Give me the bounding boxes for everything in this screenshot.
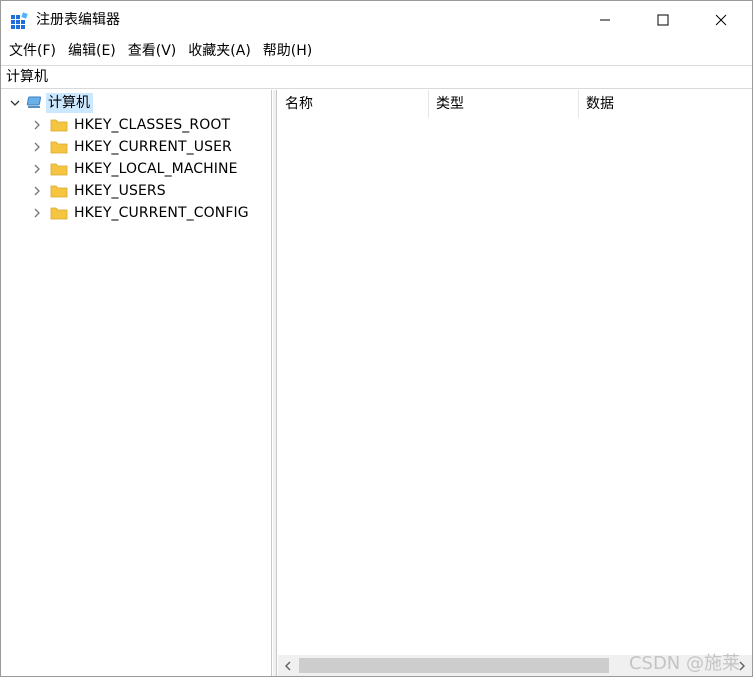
scroll-thumb[interactable] xyxy=(299,658,609,673)
pane-splitter[interactable] xyxy=(273,90,277,676)
tree-item-label[interactable]: HKEY_CURRENT_CONFIG xyxy=(74,203,249,223)
close-button[interactable] xyxy=(692,1,750,38)
address-bar[interactable]: 计算机 xyxy=(1,65,752,89)
registry-editor-window: 注册表编辑器 文件(F) 编辑(E) 查看(V) 收藏夹(A) 帮助(H) 计算… xyxy=(0,0,753,677)
close-icon xyxy=(715,14,727,25)
tree-item-label[interactable]: HKEY_CLASSES_ROOT xyxy=(74,115,230,135)
minimize-icon xyxy=(600,19,610,20)
tree-item-hkey-classes-root[interactable]: HKEY_CLASSES_ROOT xyxy=(30,114,230,136)
title-bar[interactable]: 注册表编辑器 xyxy=(1,1,752,38)
menu-help[interactable]: 帮助(H) xyxy=(257,41,318,61)
chevron-right-icon[interactable] xyxy=(30,118,44,132)
computer-icon xyxy=(26,96,41,108)
maximize-icon xyxy=(657,14,669,25)
folder-icon xyxy=(50,119,68,132)
tree-item-label[interactable]: HKEY_LOCAL_MACHINE xyxy=(74,159,238,179)
tree-item-hkey-users[interactable]: HKEY_USERS xyxy=(30,180,166,202)
column-header-type[interactable]: 类型 xyxy=(429,90,579,118)
menu-favorites[interactable]: 收藏夹(A) xyxy=(182,41,257,61)
chevron-right-icon[interactable] xyxy=(30,206,44,220)
menu-bar: 文件(F) 编辑(E) 查看(V) 收藏夹(A) 帮助(H) xyxy=(1,39,752,63)
registry-editor-icon xyxy=(10,11,30,31)
value-list[interactable]: 名称 类型 数据 xyxy=(278,90,752,676)
chevron-right-icon[interactable] xyxy=(30,162,44,176)
folder-icon xyxy=(50,207,68,220)
menu-edit[interactable]: 编辑(E) xyxy=(62,41,122,61)
scroll-left-button[interactable] xyxy=(278,655,298,676)
minimize-button[interactable] xyxy=(576,1,634,38)
column-header-name[interactable]: 名称 xyxy=(278,90,429,118)
window-title: 注册表编辑器 xyxy=(36,12,120,28)
chevron-right-icon[interactable] xyxy=(30,184,44,198)
chevron-left-icon xyxy=(285,661,291,670)
watermark: CSDN @施莱 xyxy=(628,653,740,674)
key-tree[interactable]: 计算机 HKEY_CLASSES_ROOT HKEY_CURRENT_USER xyxy=(2,90,272,676)
tree-item-hkey-local-machine[interactable]: HKEY_LOCAL_MACHINE xyxy=(30,158,238,180)
tree-item-hkey-current-user[interactable]: HKEY_CURRENT_USER xyxy=(30,136,232,158)
folder-icon xyxy=(50,141,68,154)
tree-root-label[interactable]: 计算机 xyxy=(46,93,93,113)
column-header-data[interactable]: 数据 xyxy=(579,90,752,118)
chevron-right-icon[interactable] xyxy=(30,140,44,154)
folder-icon xyxy=(50,163,68,176)
tree-root-computer[interactable]: 计算机 xyxy=(8,92,93,114)
maximize-button[interactable] xyxy=(634,1,692,38)
tree-item-label[interactable]: HKEY_CURRENT_USER xyxy=(74,137,232,157)
tree-item-label[interactable]: HKEY_USERS xyxy=(74,181,166,201)
menu-file[interactable]: 文件(F) xyxy=(3,41,62,61)
chevron-down-icon[interactable] xyxy=(8,96,22,110)
folder-icon xyxy=(50,185,68,198)
tree-item-hkey-current-config[interactable]: HKEY_CURRENT_CONFIG xyxy=(30,202,249,224)
menu-view[interactable]: 查看(V) xyxy=(122,41,183,61)
